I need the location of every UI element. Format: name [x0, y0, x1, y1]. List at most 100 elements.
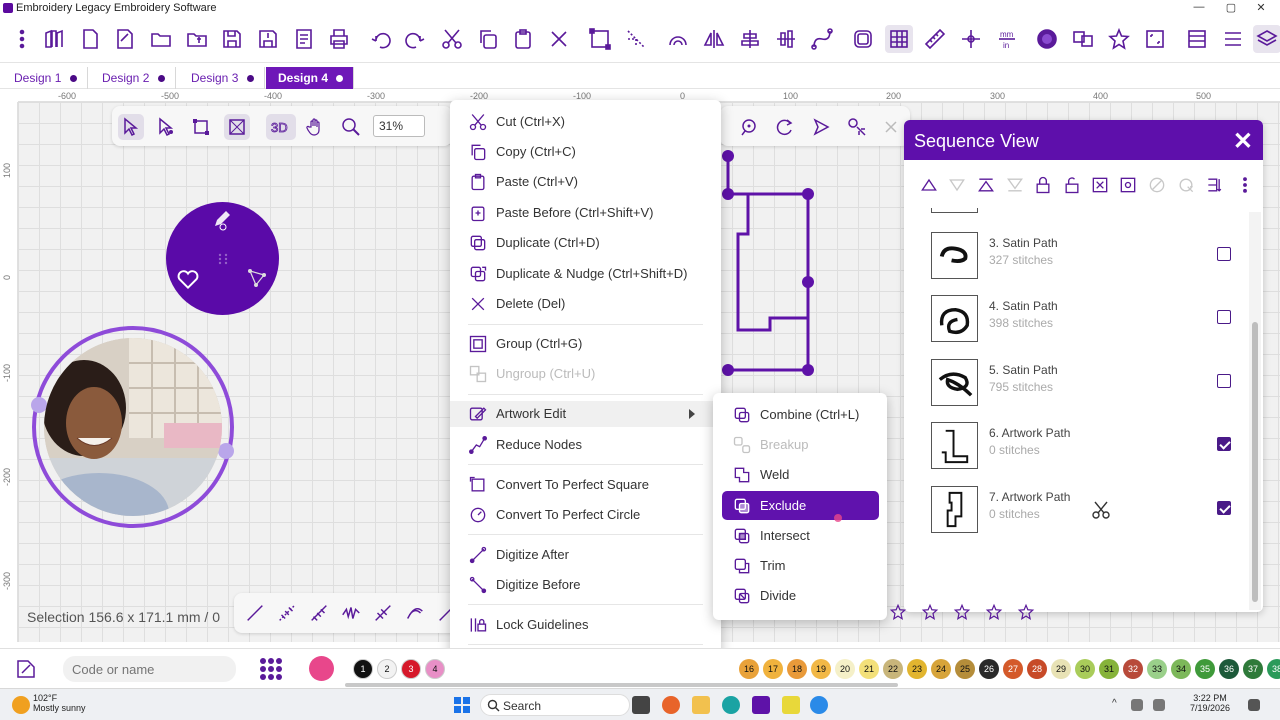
- star-outline-icon[interactable]: [953, 603, 973, 623]
- tab-design-3[interactable]: Design 3: [179, 67, 265, 89]
- menu-item-duplicate-nudge-ctrl-shift-d[interactable]: Duplicate & Nudge (Ctrl+Shift+D): [450, 261, 721, 287]
- submenu-item-exclude[interactable]: Exclude: [722, 491, 879, 520]
- thread-swatch[interactable]: 16: [739, 659, 759, 679]
- satin-stitch-icon[interactable]: [308, 602, 332, 626]
- nodes-icon[interactable]: [246, 267, 268, 294]
- menu-item-copy-ctrl-c[interactable]: Copy (Ctrl+C): [450, 139, 721, 165]
- notifications-icon[interactable]: [1248, 699, 1260, 711]
- sort-icon[interactable]: [1204, 174, 1226, 196]
- embroidery-app-icon[interactable]: [752, 696, 770, 714]
- more-vertical-icon[interactable]: [8, 25, 36, 53]
- menu-item-lock-guidelines[interactable]: Lock Guidelines: [450, 612, 721, 638]
- heart-stitch-icon[interactable]: [889, 603, 909, 623]
- layout-icon[interactable]: [1183, 25, 1211, 53]
- submenu-item-weld[interactable]: Weld: [722, 460, 879, 489]
- thread-swatch[interactable]: 18: [787, 659, 807, 679]
- submenu-item-divide[interactable]: Divide: [722, 581, 879, 610]
- thread-swatch[interactable]: 38: [1267, 659, 1280, 679]
- close-small-icon[interactable]: [878, 114, 904, 140]
- rotate-icon[interactable]: [772, 114, 798, 140]
- active-color-swatch[interactable]: [309, 656, 334, 681]
- thread-swatch[interactable]: 17: [763, 659, 783, 679]
- node-edit-icon[interactable]: [622, 25, 650, 53]
- tray-chevron-icon[interactable]: ^: [1112, 698, 1117, 709]
- clock[interactable]: 3:22 PM 7/19/2026: [1190, 693, 1230, 713]
- thread-swatch[interactable]: 27: [1003, 659, 1023, 679]
- 3d-view-icon[interactable]: 3D: [266, 114, 296, 140]
- taskbar-search[interactable]: Search: [480, 694, 630, 716]
- align-middle-icon[interactable]: [772, 25, 800, 53]
- disabled-circle-icon[interactable]: [1146, 174, 1168, 196]
- move-top-icon[interactable]: [975, 174, 997, 196]
- star-icon[interactable]: [1105, 25, 1133, 53]
- sequence-item[interactable]: 5. Satin Path 795 stitches: [904, 359, 1244, 423]
- draw-path-icon[interactable]: [736, 114, 762, 140]
- windows-start-icon[interactable]: [454, 697, 470, 716]
- select-arrow-icon[interactable]: [118, 114, 144, 140]
- save-icon[interactable]: [218, 25, 246, 53]
- thread-swatch[interactable]: 3: [401, 659, 421, 679]
- new-page-icon[interactable]: [76, 25, 104, 53]
- close-window-button[interactable]: ✕: [1250, 1, 1272, 14]
- network-icon[interactable]: [1131, 699, 1143, 711]
- sequence-item-checkbox[interactable]: [1217, 437, 1231, 451]
- weather-widget[interactable]: 102°F Mostly sunny: [33, 693, 86, 713]
- grid-icon[interactable]: [885, 25, 913, 53]
- menu-item-duplicate-ctrl-d[interactable]: Duplicate (Ctrl+D): [450, 230, 721, 256]
- edge-icon[interactable]: [722, 696, 740, 714]
- palette-icon[interactable]: [1069, 25, 1097, 53]
- menu-item-reduce-nodes[interactable]: Reduce Nodes: [450, 432, 721, 458]
- transform-box-icon[interactable]: [188, 114, 214, 140]
- menu-item-digitize-before[interactable]: Digitize Before: [450, 572, 721, 598]
- favorite-heart-icon[interactable]: [175, 266, 201, 297]
- minimize-button[interactable]: —: [1188, 1, 1210, 13]
- fullscreen-icon[interactable]: [1141, 25, 1169, 53]
- arc-icon[interactable]: [664, 25, 692, 53]
- zoom-icon[interactable]: [338, 114, 364, 140]
- firefox-icon[interactable]: [662, 696, 680, 714]
- select-box-icon[interactable]: [586, 25, 614, 53]
- lock-icon[interactable]: [1032, 174, 1054, 196]
- import-folder-icon[interactable]: [183, 25, 211, 53]
- sticky-notes-icon[interactable]: [782, 696, 800, 714]
- menu-item-group-ctrl-g[interactable]: Group (Ctrl+G): [450, 331, 721, 357]
- move-up-icon[interactable]: [918, 174, 940, 196]
- line-stitch-icon[interactable]: [244, 602, 268, 626]
- sequence-item[interactable]: 7. Artwork Path 0 stitches: [904, 486, 1244, 550]
- tab-design-2[interactable]: Design 2: [90, 67, 176, 89]
- thread-swatch[interactable]: 21: [859, 659, 879, 679]
- node-magic-icon[interactable]: [844, 114, 870, 140]
- menu-item-paste-ctrl-v[interactable]: Paste (Ctrl+V): [450, 169, 721, 195]
- weather-icon[interactable]: [12, 696, 30, 714]
- sequence-item[interactable]: 6. Artwork Path 0 stitches: [904, 422, 1244, 486]
- menu-item-paste-before-ctrl-shift-v[interactable]: Paste Before (Ctrl+Shift+V): [450, 200, 721, 226]
- bounding-box-icon[interactable]: [224, 114, 250, 140]
- thread-swatch[interactable]: 33: [1147, 659, 1167, 679]
- submenu-item-intersect[interactable]: Intersect: [722, 521, 879, 550]
- skype-icon[interactable]: [810, 696, 828, 714]
- thread-swatch[interactable]: 26: [979, 659, 999, 679]
- redo-icon[interactable]: [402, 25, 430, 53]
- print-icon[interactable]: [325, 25, 353, 53]
- zoom-input[interactable]: [373, 115, 425, 137]
- ruler-icon[interactable]: [921, 25, 949, 53]
- menu-item-convert-to-perfect-circle[interactable]: Convert To Perfect Circle: [450, 502, 721, 528]
- path-icon[interactable]: [808, 25, 836, 53]
- scroll-thumb[interactable]: [1252, 322, 1258, 602]
- edit-page-icon[interactable]: [111, 25, 139, 53]
- square-outline-icon[interactable]: [985, 603, 1005, 623]
- artwork-shape[interactable]: [720, 146, 830, 386]
- bean-stitch-icon[interactable]: [372, 602, 396, 626]
- pointer-icon[interactable]: [808, 114, 834, 140]
- thread-swatch[interactable]: 20: [835, 659, 855, 679]
- sequence-scrollbar[interactable]: [1249, 212, 1261, 610]
- node-select-icon[interactable]: [153, 114, 179, 140]
- unlock-icon[interactable]: [1061, 174, 1083, 196]
- thread-swatch[interactable]: 25: [955, 659, 975, 679]
- running-stitch-icon[interactable]: [276, 602, 300, 626]
- layers-stitch-icon[interactable]: [921, 603, 941, 623]
- thread-swatch[interactable]: 37: [1243, 659, 1263, 679]
- color-search-input[interactable]: [63, 656, 236, 682]
- save-as-icon[interactable]: [254, 25, 282, 53]
- sequence-item-checkbox[interactable]: [1217, 501, 1231, 515]
